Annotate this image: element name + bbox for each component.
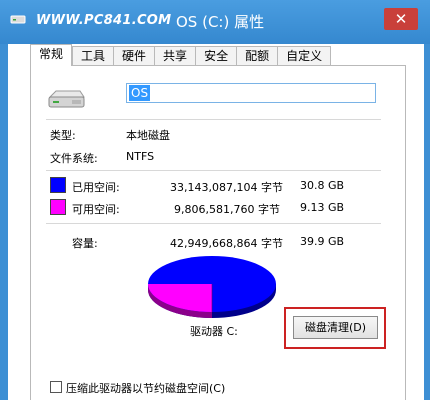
free-space-bytes: 9,806,581,760 字节 <box>174 203 280 216</box>
tab-general[interactable]: 常规 <box>30 44 73 66</box>
close-button[interactable]: ✕ <box>384 8 418 30</box>
close-icon: ✕ <box>394 10 408 28</box>
disk-cleanup-button[interactable]: 磁盘清理(D) <box>293 316 378 339</box>
drive-icon <box>48 90 85 108</box>
tab-quota[interactable]: 配额 <box>236 46 278 66</box>
compress-checkbox-label[interactable]: 压缩此驱动器以节约磁盘空间(C) <box>66 380 225 396</box>
compress-checkbox[interactable] <box>50 381 62 393</box>
tab-hardware[interactable]: 硬件 <box>113 46 155 66</box>
drive-name-value: OS <box>129 85 151 101</box>
disk-usage-pie <box>148 256 276 318</box>
type-label: 类型: <box>50 129 76 142</box>
divider <box>46 119 381 120</box>
type-value: 本地磁盘 <box>126 129 170 142</box>
free-space-label: 可用空间: <box>72 203 120 216</box>
pie-free-slice <box>148 284 212 312</box>
used-space-bytes: 33,143,087,104 字节 <box>170 181 283 194</box>
filesystem-label: 文件系统: <box>50 152 98 165</box>
tab-strip: 常规 工具 硬件 共享 安全 配额 自定义 <box>30 44 332 66</box>
drive-title-icon <box>10 15 26 24</box>
drive-name-input[interactable]: OS <box>126 83 376 103</box>
tab-sharing[interactable]: 共享 <box>154 46 196 66</box>
general-panel <box>30 65 406 400</box>
used-space-size: 30.8 GB <box>300 179 345 192</box>
capacity-size: 39.9 GB <box>300 235 345 248</box>
tab-customize[interactable]: 自定义 <box>277 46 332 66</box>
free-space-swatch <box>50 199 66 215</box>
tab-security[interactable]: 安全 <box>195 46 237 66</box>
capacity-bytes: 42,949,668,864 字节 <box>170 237 283 250</box>
used-space-swatch <box>50 177 66 193</box>
title-bar: WWW.PC841.COM OS (C:) 属性 ✕ <box>0 0 430 44</box>
capacity-label: 容量: <box>72 237 98 250</box>
tab-tools[interactable]: 工具 <box>72 46 114 66</box>
filesystem-value: NTFS <box>126 150 155 163</box>
free-space-size: 9.13 GB <box>300 201 345 214</box>
divider <box>46 223 381 224</box>
divider <box>46 170 381 171</box>
watermark-text: WWW.PC841.COM <box>36 13 172 28</box>
window-title: OS (C:) 属性 <box>176 13 265 31</box>
used-space-label: 已用空间: <box>72 181 120 194</box>
drive-letter-label: 驱动器 C: <box>190 325 238 338</box>
